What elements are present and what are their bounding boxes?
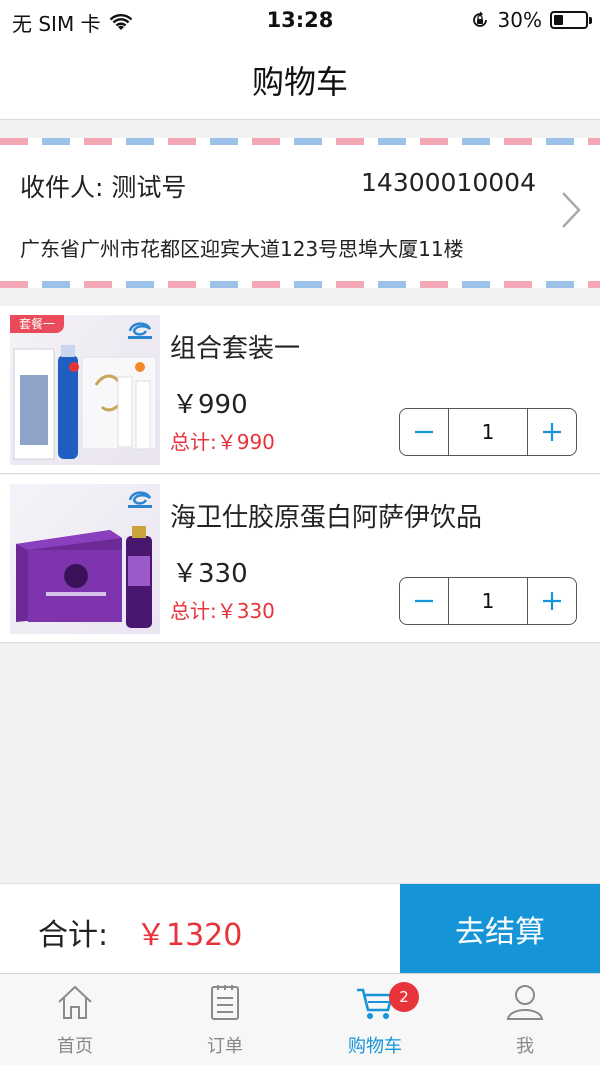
decrease-button[interactable]	[400, 578, 448, 624]
total-value: ￥1320	[136, 918, 243, 953]
total-label: 合计:	[38, 918, 109, 953]
checkout-bar: 合计: ￥1320 去结算	[0, 883, 600, 974]
page-title: 购物车	[251, 62, 348, 101]
product-name[interactable]: 海卫仕胶原蛋白阿萨伊饮品	[170, 497, 482, 534]
address-card[interactable]: 收件人: 测试号 14300010004 广东省广州市花都区迎宾大道123号思埠…	[0, 138, 600, 288]
receiver-name: 收件人: 测试号	[20, 173, 187, 202]
nav-bar: 购物车	[0, 40, 600, 120]
receiver-phone: 14300010004	[361, 168, 536, 197]
tab-label: 购物车	[348, 1036, 402, 1057]
quantity-value[interactable]: 1	[448, 578, 528, 624]
tab-bar: 首页 订单 2 购物车 我	[0, 973, 600, 1065]
increase-button[interactable]	[528, 409, 576, 455]
tab-home[interactable]: 首页	[0, 974, 150, 1065]
tab-label: 订单	[207, 1036, 243, 1057]
status-bar: 无 SIM 卡 13:28 30%	[0, 0, 600, 40]
increase-button[interactable]	[528, 578, 576, 624]
plus-icon	[543, 592, 561, 610]
rotation-lock-icon	[472, 11, 487, 27]
product-price: ￥990	[172, 390, 248, 420]
profile-icon	[506, 985, 544, 1020]
battery-fill	[554, 15, 563, 25]
checkout-button[interactable]: 去结算	[400, 884, 600, 974]
product-subtotal: 总计:￥990	[170, 430, 275, 454]
status-right: 30%	[470, 8, 592, 32]
home-icon	[58, 985, 92, 1019]
plus-icon	[543, 423, 561, 441]
quantity-stepper: 1	[399, 577, 577, 625]
tab-cart[interactable]: 2 购物车	[300, 974, 450, 1065]
airmail-stripe-bottom	[0, 281, 600, 288]
tab-label: 我	[516, 1036, 534, 1057]
minus-icon	[415, 430, 433, 434]
battery-percent: 30%	[497, 8, 542, 32]
tab-label: 首页	[57, 1036, 93, 1057]
product-image[interactable]: 套餐一	[10, 315, 160, 465]
product-price: ￥330	[172, 559, 248, 589]
brand-logo-icon	[128, 491, 152, 508]
tab-orders[interactable]: 订单	[150, 974, 300, 1065]
order-icon	[211, 985, 239, 1020]
cart-item: 套餐一 组合套装一 ￥990 总计:￥990 1	[0, 306, 600, 474]
receiver-address: 广东省广州市花都区迎宾大道123号思埠大厦11楼	[20, 237, 464, 261]
product-image[interactable]	[10, 484, 160, 634]
quantity-value[interactable]: 1	[448, 409, 528, 455]
minus-icon	[415, 599, 433, 603]
cart-item: 海卫仕胶原蛋白阿萨伊饮品 ￥330 总计:￥330 1	[0, 475, 600, 643]
product-name[interactable]: 组合套装一	[170, 328, 300, 365]
quantity-stepper: 1	[399, 408, 577, 456]
brand-logo-icon	[128, 322, 152, 339]
decrease-button[interactable]	[400, 409, 448, 455]
product-subtotal: 总计:￥330	[170, 599, 275, 623]
cart-count-badge: 2	[389, 982, 419, 1012]
battery-icon	[550, 11, 592, 29]
tab-profile[interactable]: 我	[450, 974, 600, 1065]
package-tag: 套餐一	[10, 315, 64, 333]
receiver-row: 收件人: 测试号 14300010004	[20, 168, 536, 204]
airmail-stripe-top	[0, 138, 600, 145]
chevron-right-icon[interactable]	[560, 190, 582, 230]
